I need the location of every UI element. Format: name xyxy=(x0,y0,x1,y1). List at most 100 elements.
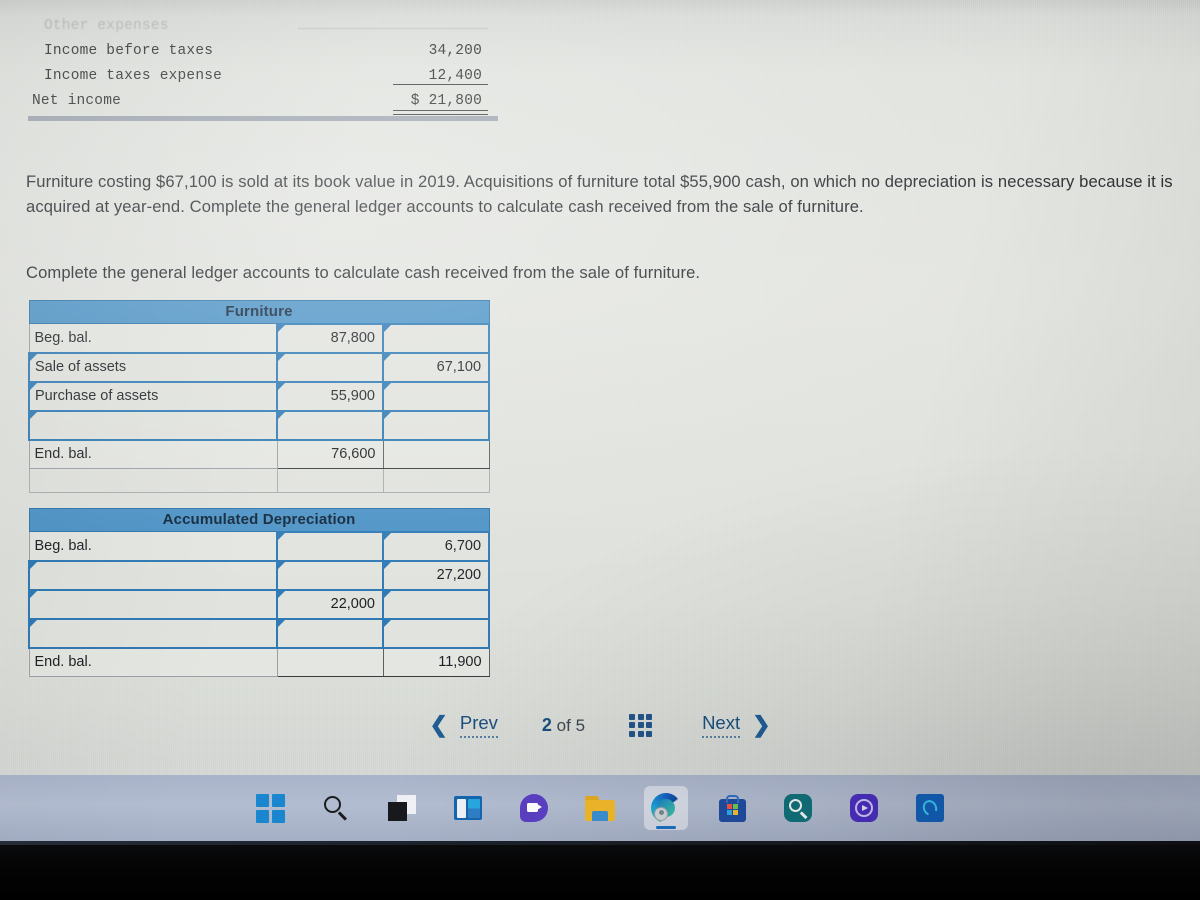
start-icon[interactable] xyxy=(248,786,292,830)
spacer-cell xyxy=(28,468,278,493)
start-glyph xyxy=(255,793,285,823)
statement-row-other-expenses: Other expenses xyxy=(28,18,528,43)
store-glyph xyxy=(718,794,746,822)
question-paragraph-2: Complete the general ledger accounts to … xyxy=(26,262,701,282)
ledger-title-furniture: Furniture xyxy=(28,300,490,324)
ledger-credit-cell[interactable] xyxy=(381,380,491,412)
ledger-debit-cell[interactable] xyxy=(276,409,384,441)
ledger-credit-cell[interactable] xyxy=(381,617,491,649)
table-row: Beg. bal. 6,700 xyxy=(28,530,491,562)
teal-search-app-icon[interactable] xyxy=(776,786,820,830)
task-view-icon[interactable] xyxy=(380,786,424,830)
page-of-label: of xyxy=(556,715,571,735)
ledger-credit-cell[interactable] xyxy=(381,409,491,441)
ledger-desc-cell[interactable]: Sale of assets xyxy=(28,351,278,383)
teal-search-glyph xyxy=(784,794,812,822)
table-row: 22,000 xyxy=(28,588,491,620)
ledger-debit-cell[interactable] xyxy=(276,617,384,649)
current-page-number: 2 xyxy=(541,714,552,735)
total-page-count: 5 xyxy=(575,715,586,735)
search-icon[interactable] xyxy=(314,786,358,830)
ledger-total-label: End. bal. xyxy=(28,647,278,677)
ledger-credit-cell[interactable]: 27,200 xyxy=(381,559,491,591)
income-statement-fragment: Other expenses Income before taxes 34,20… xyxy=(28,18,528,118)
ledger-total-label: End. bal. xyxy=(28,439,278,469)
ledger-desc-cell[interactable] xyxy=(28,588,278,620)
ledger-credit-cell[interactable]: 6,700 xyxy=(381,530,491,562)
question-paragraph-1: Furniture costing $67,100 is sold at its… xyxy=(26,171,1173,217)
file-explorer-icon[interactable] xyxy=(578,786,622,830)
table-spacer-row xyxy=(28,468,490,493)
ledger-debit-cell[interactable] xyxy=(276,351,384,383)
furniture-ledger-table: Furniture Beg. bal. 87,800 Sale of asset… xyxy=(28,300,491,493)
statement-row-col2 xyxy=(393,28,488,29)
statement-row-col2: $ 21,800 xyxy=(393,93,488,115)
statement-row-label: Income taxes expense xyxy=(44,68,223,84)
browser-viewport: Other expenses Income before taxes 34,20… xyxy=(0,0,1200,841)
next-button[interactable]: Next xyxy=(702,712,741,738)
chevron-left-icon[interactable]: ❮ xyxy=(421,714,455,736)
active-app-indicator xyxy=(656,825,676,829)
microsoft-store-icon[interactable] xyxy=(710,786,754,830)
teams-glyph xyxy=(520,794,548,822)
ledger-desc-cell[interactable] xyxy=(28,409,278,441)
ledger-credit-cell[interactable] xyxy=(381,588,491,620)
monitor-bezel-highlight xyxy=(0,841,1200,845)
table-row-total: End. bal. 76,600 xyxy=(28,439,490,469)
ledger-desc-cell[interactable] xyxy=(28,559,278,591)
statement-row-income-before-taxes: Income before taxes 34,200 xyxy=(28,43,528,68)
ledger-title-accumulated-depreciation: Accumulated Depreciation xyxy=(28,508,490,532)
monitor-bezel xyxy=(0,841,1200,900)
prev-button[interactable]: Prev xyxy=(459,712,498,738)
statement-row-income-taxes-expense: Income taxes expense 12,400 xyxy=(28,68,528,93)
table-row xyxy=(28,409,491,441)
windows-taskbar xyxy=(0,775,1200,841)
page-counter: 2 of 5 xyxy=(542,715,585,736)
statement-divider xyxy=(28,116,498,121)
ledger-debit-cell[interactable]: 22,000 xyxy=(276,588,384,620)
table-row: Sale of assets 67,100 xyxy=(28,351,491,383)
ledger-credit-cell[interactable] xyxy=(381,322,491,354)
folder-glyph xyxy=(585,795,615,821)
statement-row-net-income: Net income $ 21,800 xyxy=(28,93,528,118)
grid-3x3-icon[interactable] xyxy=(629,713,653,737)
spacer-cell xyxy=(382,468,490,493)
ledger-total-debit: 76,600 xyxy=(276,439,384,469)
table-row: Beg. bal. 87,800 xyxy=(28,322,491,354)
widgets-glyph xyxy=(454,796,482,820)
search-glyph xyxy=(323,795,349,821)
ledger-debit-cell[interactable]: 87,800 xyxy=(276,322,384,354)
ledger-desc-cell: Beg. bal. xyxy=(28,323,278,353)
pagination-bar: ❮ Prev 2 of 5 Next ❯ xyxy=(0,712,1200,738)
purple-sync-app-icon[interactable] xyxy=(842,786,886,830)
table-row-total: End. bal. 11,900 xyxy=(28,647,490,677)
chevron-right-icon[interactable]: ❯ xyxy=(744,714,778,736)
task-view-glyph xyxy=(388,795,416,821)
statement-row-label: Net income xyxy=(32,93,122,109)
spacer-cell xyxy=(276,468,384,493)
statement-row-label: Other expenses xyxy=(44,18,169,34)
table-row: Purchase of assets 55,900 xyxy=(28,380,491,412)
purple-sync-glyph xyxy=(850,794,878,822)
photographed-screen: Other expenses Income before taxes 34,20… xyxy=(0,0,1200,900)
blue-assistant-icon[interactable] xyxy=(908,786,952,830)
edge-glyph xyxy=(651,793,681,823)
ledger-debit-cell[interactable] xyxy=(276,530,384,562)
widgets-icon[interactable] xyxy=(446,786,490,830)
table-row xyxy=(28,617,491,649)
statement-row-col2: 34,200 xyxy=(428,43,482,59)
ledger-credit-cell[interactable]: 67,100 xyxy=(381,351,491,383)
ledger-desc-cell[interactable] xyxy=(28,617,278,649)
ledger-desc-cell[interactable]: Purchase of assets xyxy=(28,380,278,412)
ledger-total-debit xyxy=(276,647,384,677)
edge-browser-icon[interactable] xyxy=(644,786,688,830)
teams-chat-icon[interactable] xyxy=(512,786,556,830)
ledger-desc-cell: Beg. bal. xyxy=(28,531,278,561)
ledger-total-credit xyxy=(382,439,490,469)
ledger-debit-cell[interactable] xyxy=(276,559,384,591)
table-row: 27,200 xyxy=(28,559,491,591)
accumulated-depreciation-ledger-table: Accumulated Depreciation Beg. bal. 6,700… xyxy=(28,508,491,677)
ledger-total-credit: 11,900 xyxy=(382,647,490,677)
ledger-debit-cell[interactable]: 55,900 xyxy=(276,380,384,412)
assistant-glyph xyxy=(916,794,944,822)
